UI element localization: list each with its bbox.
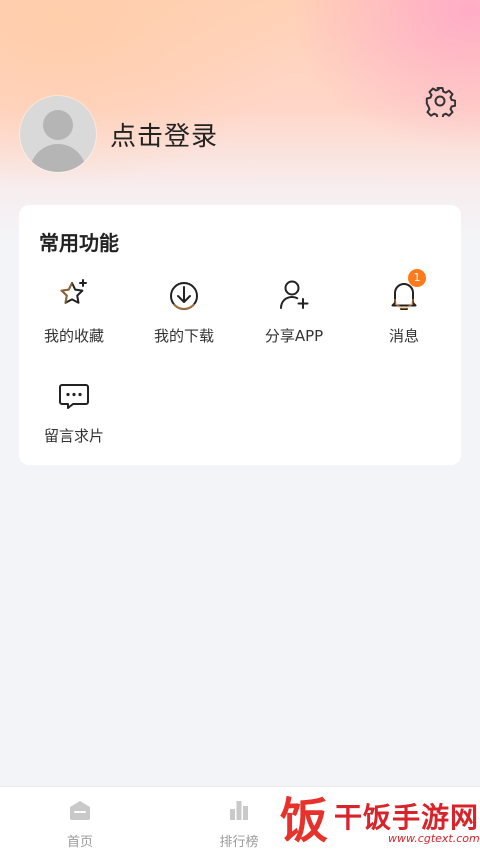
- messages-button[interactable]: 1 消息: [349, 269, 459, 346]
- downloads-button[interactable]: 我的下载: [129, 277, 239, 346]
- avatar[interactable]: [20, 96, 96, 172]
- avatar-body-shape: [30, 144, 86, 172]
- downloads-label: 我的下载: [153, 327, 214, 345]
- share-app-button[interactable]: 分享APP: [239, 277, 349, 346]
- common-functions-card: 常用功能 我的收藏 我的下载 分享APP 1 消息 留言求片: [19, 205, 461, 465]
- watermark-glyph: 饭: [280, 793, 329, 849]
- user-add-icon: [280, 280, 309, 309]
- messages-label: 消息: [388, 327, 419, 345]
- login-label[interactable]: 点击登录: [110, 116, 218, 153]
- common-functions-title: 常用功能: [39, 231, 119, 255]
- login-profile[interactable]: 点击登录: [20, 95, 218, 173]
- watermark-logo: 饭 干饭手游网 www.cgtext.com: [276, 788, 480, 854]
- tab-ranking-label: 排行榜: [219, 835, 259, 850]
- gear-icon: [425, 87, 457, 120]
- star-sparkle-icon: [59, 279, 87, 304]
- request-movie-label: 留言求片: [43, 427, 104, 445]
- share-app-label: 分享APP: [264, 327, 324, 345]
- tab-home[interactable]: 首页: [40, 797, 120, 850]
- favorites-label: 我的收藏: [43, 327, 104, 345]
- chat-bubble-icon: [59, 384, 89, 409]
- message-count-badge: 1: [408, 269, 426, 287]
- request-movie-button[interactable]: 留言求片: [19, 377, 129, 446]
- avatar-head-shape: [43, 110, 73, 140]
- watermark-text: 干饭手游网: [334, 801, 480, 834]
- home-icon: [70, 801, 90, 820]
- settings-button[interactable]: [424, 85, 457, 120]
- favorites-button[interactable]: 我的收藏: [19, 277, 129, 346]
- download-circle-icon: [170, 282, 198, 310]
- tab-home-label: 首页: [66, 835, 93, 850]
- tab-ranking[interactable]: 排行榜: [199, 797, 279, 850]
- watermark-url: www.cgtext.com: [388, 832, 480, 845]
- bar-chart-icon: [230, 801, 248, 820]
